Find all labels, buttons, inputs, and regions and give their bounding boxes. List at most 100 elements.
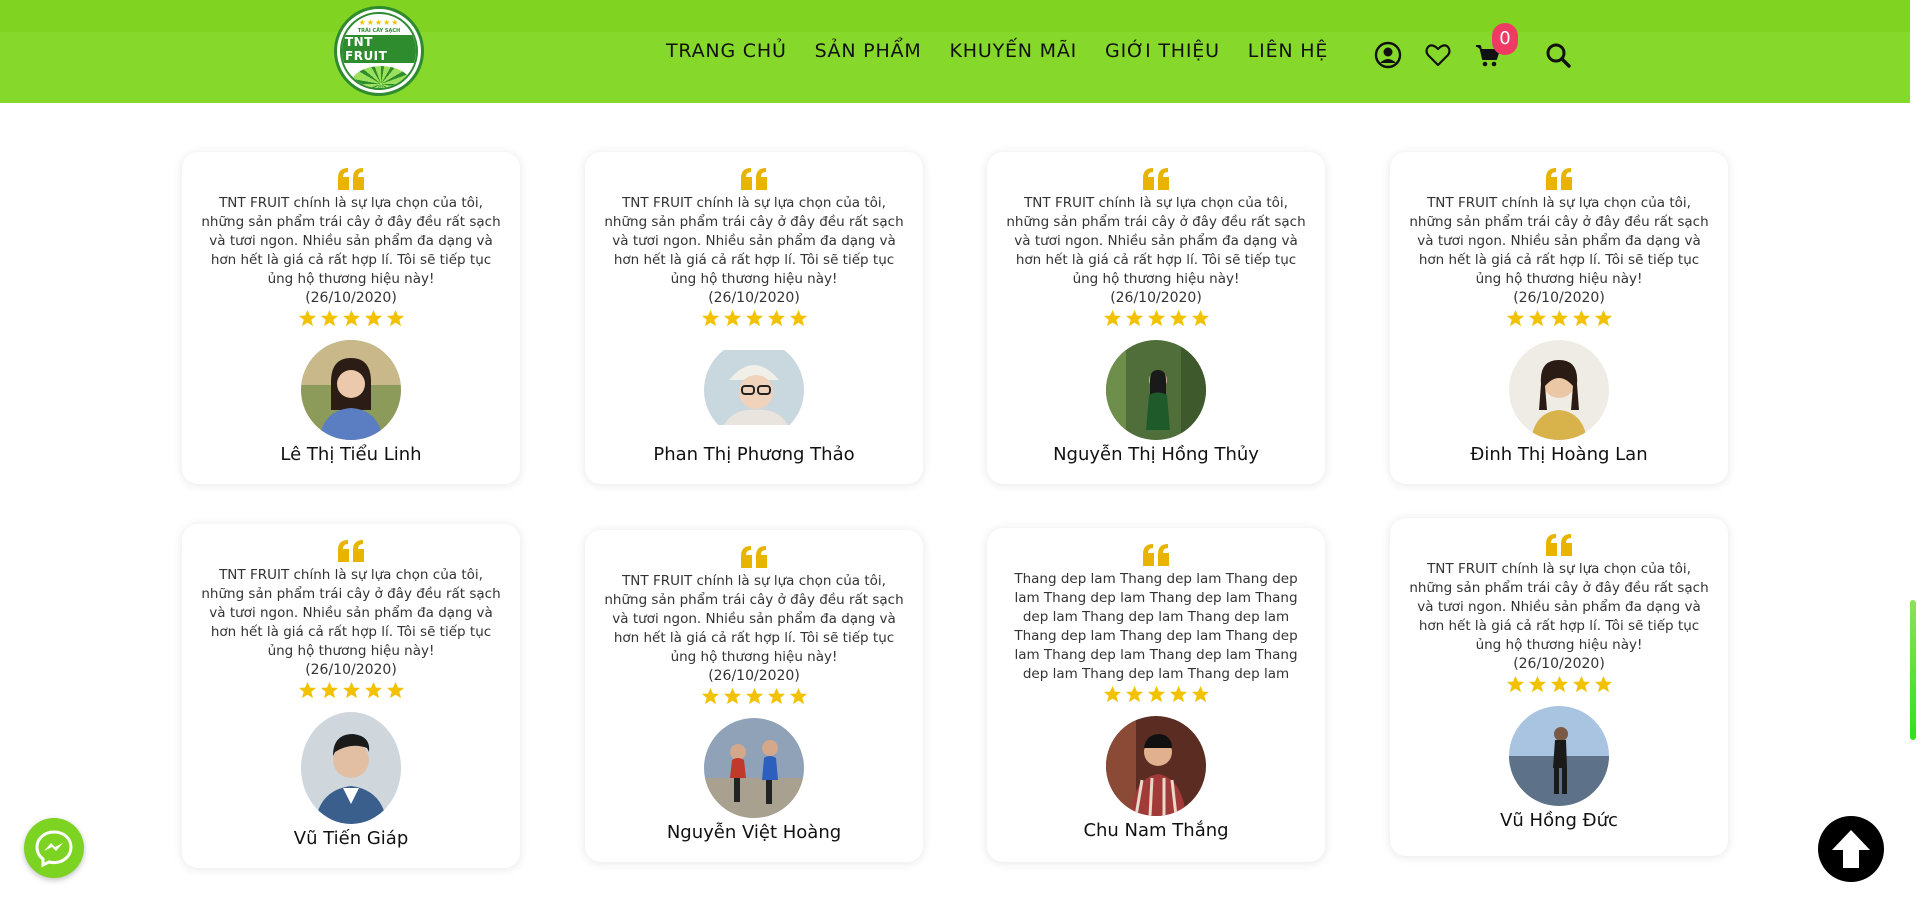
star-icon <box>1528 309 1546 327</box>
user-circle-icon[interactable] <box>1374 41 1402 69</box>
lime-slice-logo-icon: ★★★★★ TRÁI CÂY SẠCH TNT FRUIT <box>340 12 418 90</box>
reviewer-name: Vũ Tiến Giáp <box>293 828 409 849</box>
review-date: (26/10/2020) <box>1110 290 1202 306</box>
reviewer-avatar <box>704 340 804 440</box>
nav-item-products[interactable]: SẢN PHẨM <box>815 40 922 62</box>
star-rating <box>182 309 520 328</box>
star-icon <box>789 309 807 327</box>
messenger-chat-button[interactable] <box>24 818 84 878</box>
star-icon <box>1594 675 1612 693</box>
nav-item-about[interactable]: GIỚI THIỆU <box>1105 40 1220 62</box>
star-icon <box>723 687 741 705</box>
star-rating <box>585 309 923 328</box>
review-date: (26/10/2020) <box>1513 656 1605 672</box>
arrow-up-icon <box>1832 830 1870 868</box>
star-rating <box>987 309 1325 328</box>
review-date: (26/10/2020) <box>305 662 397 678</box>
review-text: TNT FRUIT chính là sự lựa chọn của tôi, … <box>604 573 904 665</box>
review-card: TNT FRUIT chính là sự lựa chọn của tôi, … <box>182 152 520 484</box>
star-icon <box>320 681 338 699</box>
search-icon[interactable] <box>1544 41 1572 69</box>
star-icon <box>745 309 763 327</box>
star-icon <box>364 309 382 327</box>
star-icon <box>745 687 763 705</box>
reviewer-name: Nguyễn Việt Hoàng <box>666 822 842 843</box>
star-icon <box>298 681 316 699</box>
star-icon <box>1528 675 1546 693</box>
star-icon <box>1125 309 1143 327</box>
quote-icon <box>741 168 767 190</box>
reviewer-avatar <box>1106 340 1206 440</box>
nav-item-contact[interactable]: LIÊN HỆ <box>1248 40 1328 62</box>
star-icon <box>386 681 404 699</box>
site-header: ★★★★★ TRÁI CÂY SẠCH TNT FRUIT TRANG CHỦ … <box>0 0 1910 103</box>
quote-icon <box>1546 534 1572 556</box>
star-icon <box>1594 309 1612 327</box>
star-icon <box>1103 685 1121 703</box>
review-card: TNT FRUIT chính là sự lựa chọn của tôi, … <box>987 152 1325 484</box>
nav-item-promotions[interactable]: KHUYẾN MÃI <box>950 40 1078 62</box>
star-icon <box>1191 685 1209 703</box>
star-rating <box>1390 309 1728 328</box>
reviewer-avatar <box>1509 340 1609 440</box>
review-card: TNT FRUIT chính là sự lựa chọn của tôi, … <box>182 524 520 868</box>
reviewer-avatar <box>704 718 804 818</box>
heart-icon[interactable] <box>1424 41 1452 69</box>
star-icon <box>342 681 360 699</box>
review-card: TNT FRUIT chính là sự lựa chọn của tôi, … <box>585 152 923 484</box>
review-date: (26/10/2020) <box>708 668 800 684</box>
star-icon <box>1572 675 1590 693</box>
star-icon <box>1572 309 1590 327</box>
star-rating <box>1390 675 1728 694</box>
star-icon <box>1147 309 1165 327</box>
star-icon <box>1191 309 1209 327</box>
back-to-top-button[interactable] <box>1818 816 1884 882</box>
site-logo[interactable]: ★★★★★ TRÁI CÂY SẠCH TNT FRUIT <box>334 6 424 96</box>
reviewer-name: Đinh Thị Hoàng Lan <box>1470 444 1648 465</box>
messenger-icon <box>35 830 73 868</box>
star-icon <box>364 681 382 699</box>
star-icon <box>1506 675 1524 693</box>
logo-tagline: TRÁI CÂY SẠCH <box>357 28 401 34</box>
review-date: (26/10/2020) <box>708 290 800 306</box>
review-text: TNT FRUIT chính là sự lựa chọn của tôi, … <box>1006 195 1306 287</box>
quote-icon <box>1143 544 1169 566</box>
quote-icon <box>741 546 767 568</box>
star-rating <box>585 687 923 706</box>
quote-icon <box>1546 168 1572 190</box>
star-icon <box>386 309 404 327</box>
star-icon <box>723 309 741 327</box>
review-text: TNT FRUIT chính là sự lựa chọn của tôi, … <box>604 195 904 287</box>
star-icon <box>298 309 316 327</box>
nav-item-home[interactable]: TRANG CHỦ <box>666 40 787 62</box>
logo-brand: TNT FRUIT <box>342 35 416 63</box>
scrollbar-thumb[interactable] <box>1910 600 1916 740</box>
review-card: TNT FRUIT chính là sự lựa chọn của tôi, … <box>1390 518 1728 856</box>
review-date: (26/10/2020) <box>305 290 397 306</box>
header-top-strip <box>0 0 1910 32</box>
reviewer-name: Vũ Hồng Đức <box>1500 810 1618 831</box>
review-text: TNT FRUIT chính là sự lựa chọn của tôi, … <box>1409 561 1709 653</box>
review-text: Thang dep lam Thang dep lam Thang dep la… <box>1014 571 1298 682</box>
reviewer-name: Lê Thị Tiểu Linh <box>280 444 422 465</box>
quote-icon <box>338 168 364 190</box>
reviewer-avatar <box>301 340 401 440</box>
review-text: TNT FRUIT chính là sự lựa chọn của tôi, … <box>201 567 501 659</box>
review-text: TNT FRUIT chính là sự lựa chọn của tôi, … <box>1409 195 1709 287</box>
star-icon <box>789 687 807 705</box>
star-icon <box>767 687 785 705</box>
scrollbar-track[interactable] <box>1910 0 1920 900</box>
reviewer-avatar <box>1106 716 1206 816</box>
star-icon <box>320 309 338 327</box>
star-icon <box>767 309 785 327</box>
review-card: TNT FRUIT chính là sự lựa chọn của tôi, … <box>1390 152 1728 484</box>
reviewer-name: Nguyễn Thị Hồng Thủy <box>1053 444 1259 465</box>
logo-slice-graphic <box>351 66 411 88</box>
star-icon <box>1550 675 1568 693</box>
reviewer-name: Chu Nam Thắng <box>1083 820 1229 841</box>
star-icon <box>1103 309 1121 327</box>
star-icon <box>1125 685 1143 703</box>
main-nav: TRANG CHỦ SẢN PHẨM KHUYẾN MÃI GIỚI THIỆU… <box>666 40 1356 62</box>
star-icon <box>701 687 719 705</box>
star-icon <box>1506 309 1524 327</box>
